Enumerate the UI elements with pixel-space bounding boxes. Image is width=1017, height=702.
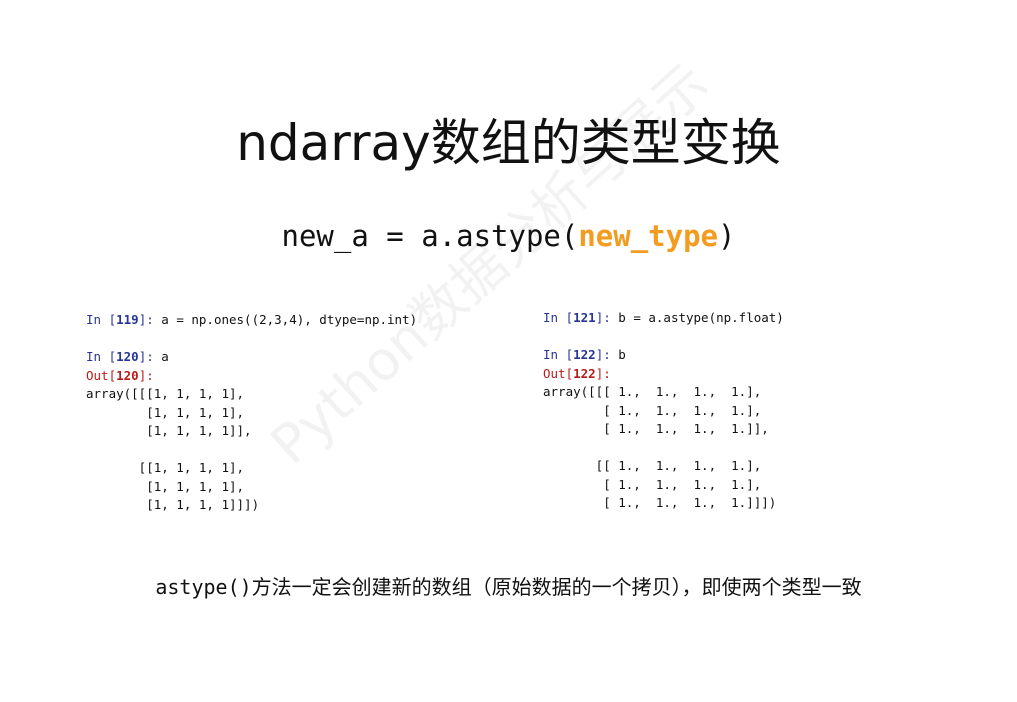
output-line: [ 1., 1., 1., 1.], — [543, 476, 762, 492]
input-line-122: In [122]: b — [543, 346, 784, 365]
slide-title: ndarray数组的类型变换 — [236, 114, 781, 172]
input-line-119: In [119]: a = np.ones((2,3,4), dtype=np.… — [86, 311, 417, 330]
input-code: a — [161, 349, 169, 364]
output-line: array([[[ 1., 1., 1., 1.], — [543, 384, 762, 399]
slide: ndarray数组的类型变换 new_a = a.astype(new_type… — [0, 0, 1017, 702]
output-line: [ 1., 1., 1., 1.]], — [543, 421, 769, 436]
output-line: [[1, 1, 1, 1], — [86, 460, 245, 475]
astype-formula: new_a = a.astype(new_type) — [0, 214, 1017, 258]
output-line: [1, 1, 1, 1], — [86, 478, 245, 494]
input-code: b — [618, 347, 626, 362]
note-code: astype() — [155, 575, 252, 599]
output-line: [[ 1., 1., 1., 1.], — [543, 458, 762, 473]
output-line: array([[[1, 1, 1, 1], — [86, 386, 245, 401]
input-line-121: In [121]: b = a.astype(np.float) — [543, 309, 784, 328]
note-text: 方法一定会创建新的数组（原始数据的一个拷贝），即使两个类型一致 — [251, 575, 862, 599]
formula-suffix: ) — [718, 219, 736, 253]
out-prompt-120: Out[120]: — [86, 367, 154, 383]
out-prompt-122: Out[122]: — [543, 365, 611, 381]
input-code: b = a.astype(np.float) — [618, 310, 784, 325]
input-line-120: In [120]: a — [86, 348, 417, 367]
code-block-right: In [121]: b = a.astype(np.float) In [122]… — [543, 309, 784, 513]
output-line: [1, 1, 1, 1]], — [86, 423, 252, 438]
in-prompt: In [120]: — [86, 349, 162, 364]
code-block-left: In [119]: a = np.ones((2,3,4), dtype=np.… — [86, 311, 417, 515]
input-code: a = np.ones((2,3,4), dtype=np.int) — [161, 312, 418, 327]
formula-param: new_type — [578, 219, 719, 253]
output-line: [1, 1, 1, 1]]]) — [86, 497, 260, 512]
astype-note: astype()方法一定会创建新的数组（原始数据的一个拷贝），即使两个类型一致 — [0, 572, 1017, 602]
in-prompt: In [122]: — [543, 347, 619, 362]
output-line: [ 1., 1., 1., 1.]]]) — [543, 495, 777, 510]
in-prompt: In [119]: — [86, 312, 162, 327]
in-prompt: In [121]: — [543, 310, 619, 325]
output-line: [1, 1, 1, 1], — [86, 404, 245, 420]
output-line: [ 1., 1., 1., 1.], — [543, 402, 762, 418]
formula-prefix: new_a = a.astype( — [281, 219, 579, 253]
